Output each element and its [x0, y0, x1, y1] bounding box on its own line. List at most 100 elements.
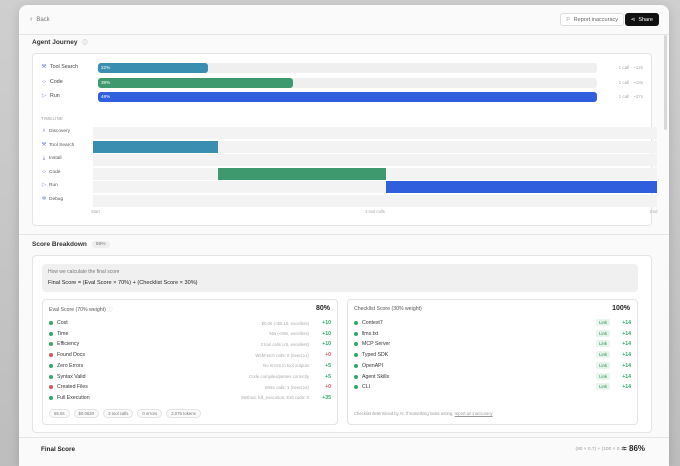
timeline-label: ⌕ Discovery [41, 128, 70, 135]
status-dot [354, 385, 358, 390]
info-icon: ⓘ [107, 307, 113, 313]
bug-icon: ✲ [41, 195, 47, 202]
timeline-track [93, 167, 657, 180]
timeline-label-text: Debug [49, 196, 64, 202]
agent-journey-title: Agent Journey [32, 38, 78, 46]
journey-bar-row: ⚒ Tool Search 22% 1 call · ~12s [33, 62, 651, 74]
status-dot [49, 353, 53, 358]
timeline-row: ⌕ Discovery [33, 127, 657, 140]
journey-bar-meta: 1 call · ~12s [618, 65, 643, 70]
timeline-row: ✲ Debug [33, 194, 657, 208]
status-dot [354, 342, 358, 347]
timeline-block [93, 140, 219, 153]
status-dot [354, 353, 358, 358]
timeline-track [93, 140, 657, 153]
final-score-calc: (80 × 0.7) + (100 × 0.3) [575, 447, 625, 452]
timeline-row: ▷ Run [33, 181, 657, 194]
timeline-block [218, 167, 387, 180]
eval-item-row: Found Docs WebFetch calls: 0 (need ≥1) +0 [49, 350, 331, 361]
timeline-label: ‹› Code [41, 168, 60, 176]
status-dot [354, 374, 358, 379]
journey-bar-label: ▷ Run [41, 93, 60, 99]
eval-item-note: WebFetch calls: 0 (need ≥1) [255, 352, 309, 358]
play-icon: ▷ [41, 93, 47, 99]
timeline-label-text: Run [49, 183, 58, 188]
calculation-title: How we calculate the final score [48, 269, 120, 275]
timeline-axis-start: Start [91, 209, 100, 214]
wrench-icon: ⚒ [41, 141, 47, 148]
flag-icon: ⚐ [565, 16, 571, 23]
timeline-axis-mid: 3 tool calls [365, 209, 385, 214]
checklist-item-points: +14 [622, 384, 631, 391]
checklist-item-name: Context7 [362, 320, 383, 326]
eval-item-note: Method: full_execution, Exit code: 0 [241, 395, 309, 401]
timeline-label: ▷ Run [41, 182, 58, 189]
eval-item-name: Time [57, 330, 69, 337]
final-score-value: ≈ 86% [622, 444, 645, 453]
checklist-item-name: Typed SDK [362, 352, 389, 359]
checklist-item-name: CLI [362, 384, 371, 391]
status-dot [49, 321, 53, 325]
checklist-item-row: MCP Server Link +14 [354, 339, 631, 350]
journey-bar-name: Code [50, 78, 63, 85]
journey-bar-track: 22% [98, 63, 597, 73]
checklist-link-tag[interactable]: Link [596, 319, 610, 326]
checklist-score-value: 100% [612, 305, 630, 312]
report-label: Report inaccuracy [573, 16, 618, 23]
timeline-block [386, 181, 657, 193]
back-button[interactable]: ‹ Back [30, 16, 50, 23]
journey-bar-meta: 1 call · ~18s [618, 79, 643, 85]
eval-score-title: Eval Score (70% weight) ⓘ [49, 306, 112, 313]
top-bar: ‹ Back ⚐ Report inaccuracy ⋖ Share [19, 5, 669, 34]
scrollbar[interactable] [664, 35, 667, 130]
checklist-link-tag[interactable]: Link [596, 383, 610, 391]
agent-journey-header: Agent Journey ⓘ [19, 35, 669, 49]
checklist-item-points: +14 [622, 362, 631, 369]
status-dot [49, 331, 53, 336]
journey-bar-name: Tool Search [50, 64, 78, 70]
code-icon: ‹› [42, 168, 46, 175]
agent-report-modal: ‹ Back ⚐ Report inaccuracy ⋖ Share Agent… [19, 5, 669, 466]
journey-bar-meta: 1 call · ~27s [618, 94, 643, 99]
eval-item-row: Full Execution Method: full_execution, Ex… [49, 393, 331, 404]
timeline-track [93, 154, 657, 166]
report-inaccuracy-link[interactable]: report an inaccuracy [455, 411, 493, 416]
timeline-label-text: Install [49, 156, 62, 161]
eval-item-note: Code compiles/parses correctly [249, 374, 309, 379]
checklist-note: Checklist determined by AI. If something… [354, 411, 493, 416]
eval-item-note: $0.06 (<$0.10, excellent) [261, 320, 309, 326]
eval-item-row: Created Files Write calls: 1 (need ≥2) +0 [49, 382, 331, 393]
eval-stats-chips: 55.0s $0.0620 3 tool calls 0 errors 2,076 to… [49, 409, 201, 418]
eval-item-points: +10 [322, 330, 331, 337]
chevron-left-icon: ‹ [30, 16, 33, 23]
checklist-link-tag[interactable]: Link [596, 340, 610, 348]
eval-item-row: Time 55s (<60s, excellent) +10 [49, 329, 331, 340]
journey-bar-row: ‹› Code 39% 1 call · ~18s [33, 77, 651, 89]
timeline-row: ⚒ Tool Search [33, 140, 657, 154]
download-icon: ⤓ [42, 155, 46, 161]
eval-item-points: +35 [322, 394, 331, 401]
score-breakdown-title: Score Breakdown [32, 240, 87, 248]
eval-item-row: Zero Errors No errors in tool outputs +5 [49, 361, 331, 372]
checklist-score-panel: Checklist Score (30% weight) 100% Contex… [347, 299, 638, 425]
eval-item-name: Found Docs [57, 352, 85, 359]
agent-journey-card: ⚒ Tool Search 22% 1 call · ~12s ‹› Code 39% 1 c… [32, 53, 657, 226]
eval-item-row: Efficiency 3 tool calls (≤5, excellent) +1… [49, 339, 331, 350]
eval-item-note: 3 tool calls (≤5, excellent) [260, 341, 309, 347]
eval-title-text: Eval Score (70% weight) [49, 307, 106, 313]
eval-score-value: 80% [315, 305, 330, 312]
checklist-item-name: llms.txt [362, 330, 379, 337]
share-button[interactable]: ⋖ Share [624, 13, 659, 26]
play-icon: ▷ [41, 182, 47, 188]
checklist-link-tag[interactable]: Link [596, 329, 610, 337]
status-dot [49, 395, 53, 400]
timeline-label-text: Tool Search [49, 142, 75, 148]
checklist-link-tag[interactable]: Link [596, 351, 610, 359]
checklist-link-tag[interactable]: Link [596, 361, 610, 369]
report-inaccuracy-button[interactable]: ⚐ Report inaccuracy [559, 13, 624, 26]
checklist-link-tag[interactable]: Link [596, 372, 610, 380]
eval-item-note: No errors in tool outputs [263, 363, 309, 369]
timeline-axis-end: End [650, 209, 658, 214]
score-badge: 86% [91, 240, 110, 248]
status-dot [49, 385, 53, 390]
